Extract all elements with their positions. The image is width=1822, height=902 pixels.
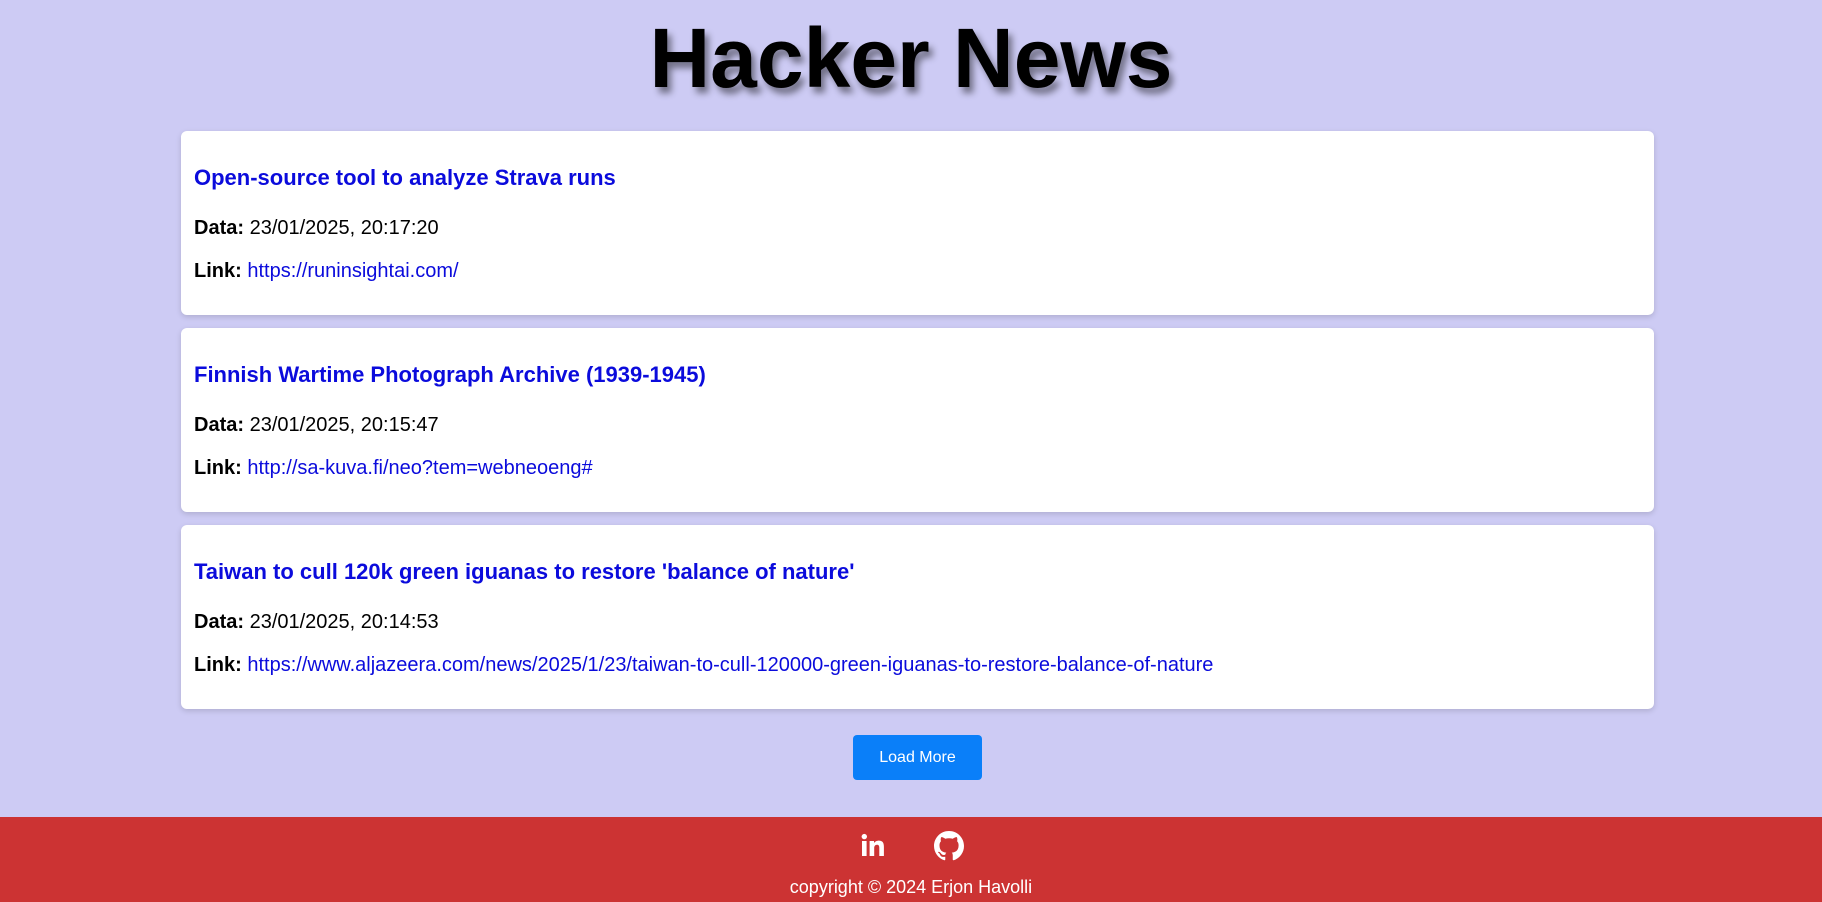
story-link: Link: https://www.aljazeera.com/news/202… (194, 653, 1213, 677)
page-title: Hacker News (649, 11, 1173, 105)
footer: copyright © 2024 Erjon Havolli (0, 817, 1822, 902)
date-value: 23/01/2025, 20:15:47 (249, 414, 439, 436)
date-value: 23/01/2025, 20:14:53 (249, 611, 439, 633)
story-date: Data: 23/01/2025, 20:15:47 (194, 413, 439, 437)
link-label: Link: (194, 260, 242, 282)
news-card: Finnish Wartime Photograph Archive (1939… (181, 328, 1654, 512)
social-links (0, 831, 1822, 861)
link-label: Link: (194, 654, 242, 676)
date-label: Data: (194, 414, 245, 436)
date-label: Data: (194, 217, 245, 239)
news-list: Open-source tool to analyze Strava runs … (181, 131, 1654, 722)
story-title-link[interactable]: Open-source tool to analyze Strava runs (194, 165, 616, 191)
load-more-button[interactable]: Load More (853, 735, 982, 780)
copyright-text: copyright © 2024 Erjon Havolli (789, 877, 1033, 897)
story-link: Link: https://runinsightai.com/ (194, 259, 459, 283)
story-link: Link: http://sa-kuva.fi/neo?tem=webneoen… (194, 456, 593, 480)
date-label: Data: (194, 611, 245, 633)
story-url-link[interactable]: https://www.aljazeera.com/news/2025/1/23… (247, 654, 1213, 676)
news-card: Taiwan to cull 120k green iguanas to res… (181, 525, 1654, 709)
link-label: Link: (194, 457, 242, 479)
story-date: Data: 23/01/2025, 20:17:20 (194, 216, 439, 240)
date-value: 23/01/2025, 20:17:20 (249, 217, 439, 239)
github-icon[interactable] (934, 831, 965, 861)
story-url-link[interactable]: http://sa-kuva.fi/neo?tem=webneoeng# (247, 457, 592, 479)
story-title-link[interactable]: Finnish Wartime Photograph Archive (1939… (194, 362, 706, 388)
story-url-link[interactable]: https://runinsightai.com/ (247, 260, 458, 282)
story-title-link[interactable]: Taiwan to cull 120k green iguanas to res… (194, 559, 854, 585)
linkedin-icon[interactable] (858, 831, 888, 861)
story-date: Data: 23/01/2025, 20:14:53 (194, 610, 439, 634)
news-card: Open-source tool to analyze Strava runs … (181, 131, 1654, 315)
